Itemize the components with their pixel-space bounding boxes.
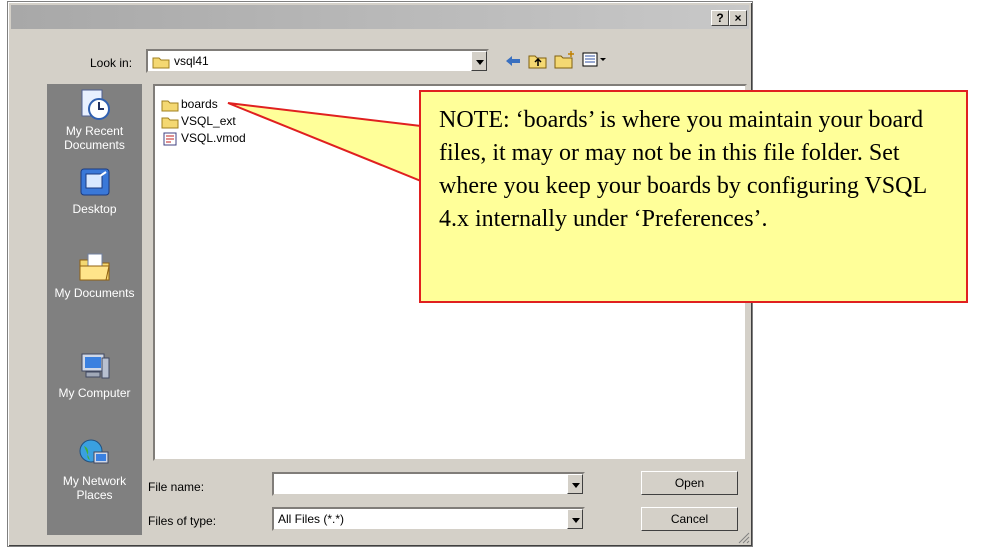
note-callout: NOTE: ‘boards’ is where you maintain you… xyxy=(419,90,968,303)
note-text: NOTE: ‘boards’ is where you maintain you… xyxy=(439,107,927,232)
